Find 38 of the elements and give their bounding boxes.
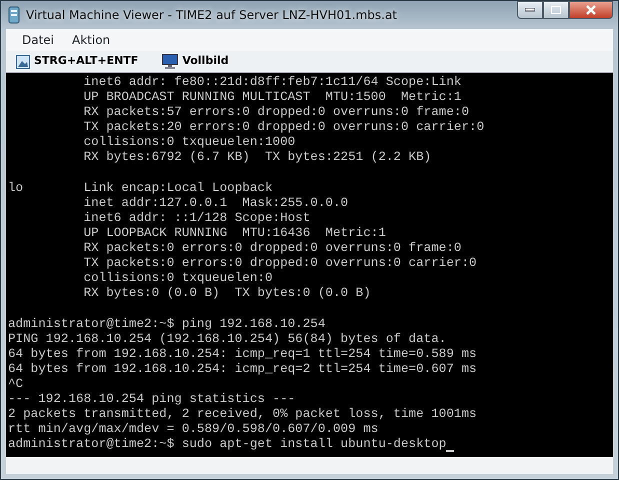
terminal-line: TX packets:20 errors:0 dropped:0 overruns:0 carrier:0 [82,120,484,136]
terminal-line: UP BROADCAST RUNNING MULTICAST MTU:1500 Metric:1 [82,90,462,106]
terminal-line: administrator@time2:~$ ping 192.168.10.254 [8,316,326,332]
window-title: Virtual Machine Viewer - TIME2 auf Server LNZ-HVH01.mbs.at [26,7,398,24]
close-icon [586,5,596,15]
terminal-line: 2 packets transmitted, 2 received, 0% packet loss, time 1001ms [8,407,477,422]
terminal-line: PING 192.168.10.254 (192.168.10.254) 56(84) bytes of data. [8,332,446,347]
maximize-button[interactable] [543,1,569,19]
close-button[interactable] [569,1,613,19]
terminal-line: inet6 addr: fe80::21d:d8ff:feb7:1c11/64 Scope:Link [82,75,462,90]
terminal-line: 64 bytes from 192.168.10.254: icmp_req=2 ttl=254 time=0.607 ms [8,362,477,377]
terminal-line: collisions:0 txqueuelen:0 [82,271,273,286]
monitor-icon [162,54,178,69]
terminal-line: TX packets:0 errors:0 dropped:0 overruns:0 carrier:0 [82,256,477,272]
terminal-screen[interactable] [6,73,613,457]
terminal-line: 64 bytes from 192.168.10.254: icmp_req=1 ttl=254 time=0.589 ms [8,346,477,362]
menu-item[interactable]: Datei [22,31,54,49]
fullscreen-button[interactable]: Vollbild [160,53,231,70]
terminal-line: --- 192.168.10.254 ping statistics --- [8,392,296,408]
terminal-line: lo Link encap:Local Loopback [8,180,273,196]
terminal-line: administrator@time2:~$ sudo apt-get install ubuntu-desktop [8,437,446,452]
terminal-line: RX bytes:0 (0.0 B) TX bytes:0 (0.0 B) [82,286,371,302]
terminal-line: UP LOOPBACK RUNNING MTU:16436 Metric:1 [82,226,386,242]
terminal-line: ^C [8,376,24,392]
picture-icon [16,54,30,68]
terminal-line: collisions:0 txqueuelen:1000 [82,135,296,150]
ctrl-alt-del-button[interactable]: STRG+ALT+ENTF [14,53,140,70]
minimize-icon [525,8,535,12]
terminal-line: rtt min/avg/max/mdev = 0.589/0.598/0.607/0.009 ms [8,422,378,438]
terminal-line: inet6 addr: ::1/128 Scope:Host [82,210,310,226]
terminal-line: RX packets:0 errors:0 dropped:0 overruns:0 frame:0 [82,241,462,256]
minimize-button[interactable] [517,1,543,19]
maximize-icon [551,6,561,14]
menu-item[interactable]: Aktion [72,31,110,49]
terminal-line: inet addr:127.0.0.1 Mask:255.0.0.0 [82,196,348,211]
terminal-line: RX bytes:6792 (6.7 KB) TX bytes:2251 (2.2 KB) [82,150,432,166]
app-icon [8,6,20,24]
terminal-line: RX packets:57 errors:0 dropped:0 overruns:0 frame:0 [82,105,470,120]
